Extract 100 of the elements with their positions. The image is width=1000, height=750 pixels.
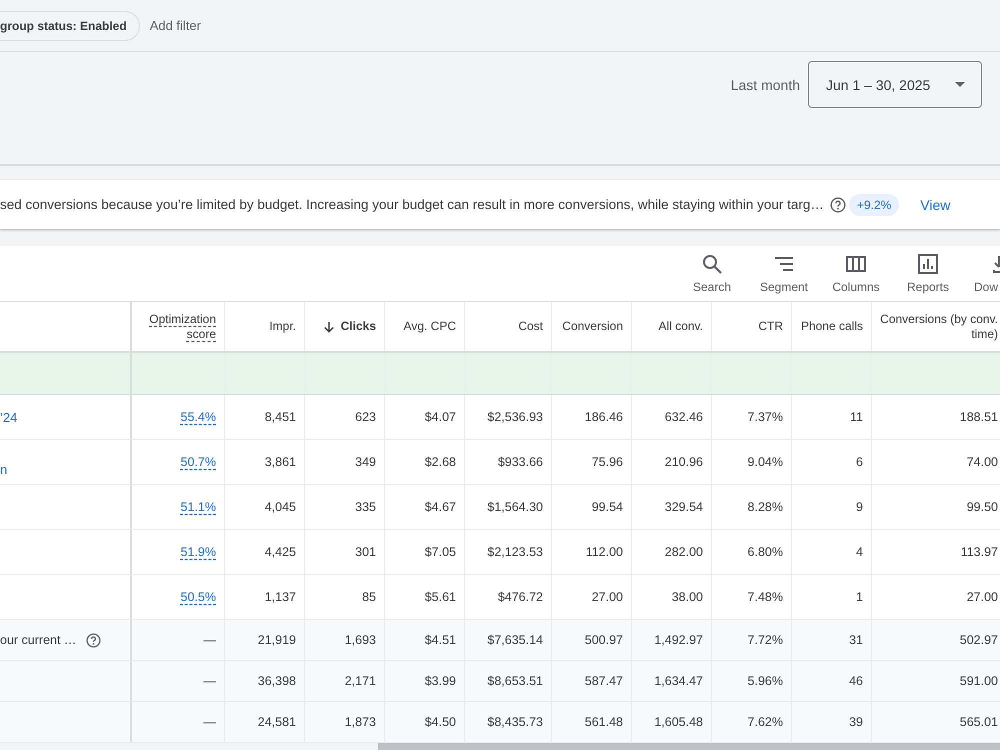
column-header[interactable]: All conv. <box>632 302 712 351</box>
table-cell-text: 188.51 <box>958 409 999 426</box>
table-cell: 99.54 <box>552 485 632 529</box>
column-header[interactable]: Impr. <box>225 302 305 351</box>
table-cell: $476.72 <box>465 575 552 619</box>
table-cell: $4.51 <box>385 620 465 660</box>
table-cell: 7.48% <box>712 575 792 619</box>
campaign-name-link[interactable]: n <box>0 462 8 477</box>
reports-button[interactable]: Reports <box>893 246 963 301</box>
table-cell-text: 591.00 <box>958 673 999 690</box>
table-cell: 9.04% <box>712 440 792 484</box>
column-header[interactable]: CTR <box>712 302 792 351</box>
table-cell: 46 <box>792 661 872 701</box>
table-cell: 632.46 <box>632 395 712 439</box>
table-cell: 1,137 <box>225 575 305 619</box>
date-range-dropdown[interactable]: Jun 1 – 30, 2025 <box>808 61 982 108</box>
table-cell-text: 565.01 <box>958 714 999 731</box>
table-cell: 210.96 <box>632 440 712 484</box>
table-cell: — <box>132 702 225 742</box>
table-cell: 561.48 <box>552 702 632 742</box>
search-button[interactable]: Search <box>677 246 747 301</box>
table-cell: 1,605.48 <box>632 702 712 742</box>
table-cell-text: 502.97 <box>958 632 999 649</box>
table-cell: 1,492.97 <box>632 620 712 660</box>
recommendation-text: sed conversions because you’re limited by budget. Increasing your budget can result in more conversions, while staying within your targ… <box>0 197 824 212</box>
column-header[interactable]: Avg. CPC <box>385 302 465 351</box>
table-cell: 5.96% <box>712 661 792 701</box>
scrollbar-thumb[interactable] <box>378 743 1000 750</box>
optimization-score-link[interactable]: 55.4% <box>180 410 216 424</box>
table-cell-text: 99.50 <box>966 499 999 516</box>
table-cell: 9 <box>792 485 872 529</box>
table-cell: $1,564.30 <box>465 485 552 529</box>
uplift-badge: +9.2% <box>848 194 900 216</box>
table-cell: $8,435.73 <box>465 702 552 742</box>
table-cell: $2,123.53 <box>465 530 552 574</box>
table-cell: 1,634.47 <box>632 661 712 701</box>
column-header[interactable]: Conversions (by conv. time) <box>872 302 1000 351</box>
table-cell: $4.67 <box>385 485 465 529</box>
table-cell: 6 <box>792 440 872 484</box>
table-cell: 38.00 <box>632 575 712 619</box>
table-cell: 623 <box>305 395 385 439</box>
help-icon[interactable] <box>830 196 846 212</box>
table-cell: 75.96 <box>552 440 632 484</box>
columns-button[interactable]: Columns <box>821 246 891 301</box>
table-cell-text: 113.97 <box>960 544 999 561</box>
campaign-name-link[interactable]: ’24 <box>0 410 18 424</box>
table-cell-text: 74.00 <box>966 454 999 471</box>
table-cell: $7.05 <box>385 530 465 574</box>
view-link[interactable]: View <box>920 196 950 212</box>
table-cell: $2.68 <box>385 440 465 484</box>
table-cell: — <box>132 661 225 701</box>
filter-chip[interactable]: group status: Enabled <box>0 10 140 40</box>
table-cell: $5.61 <box>385 575 465 619</box>
help-icon[interactable] <box>86 632 102 648</box>
table-cell: 36,398 <box>225 661 305 701</box>
table-cell: 4,045 <box>225 485 305 529</box>
column-header[interactable]: Optimization score <box>132 302 225 351</box>
table-cell: $933.66 <box>465 440 552 484</box>
table-cell: 1,873 <box>305 702 385 742</box>
add-filter-button[interactable]: Add filter <box>150 18 201 33</box>
table-cell: 39 <box>792 702 872 742</box>
search-icon <box>701 253 723 275</box>
table-cell: 587.47 <box>552 661 632 701</box>
column-header[interactable]: Cost <box>465 302 552 351</box>
column-header[interactable]: Phone calls <box>792 302 872 351</box>
download-icon <box>993 253 1000 275</box>
table-cell: 500.97 <box>552 620 632 660</box>
table-cell: $8,653.51 <box>465 661 552 701</box>
table-cell: 27.00 <box>552 575 632 619</box>
table-cell: 186.46 <box>552 395 632 439</box>
column-header[interactable]: Conversion <box>552 302 632 351</box>
table-cell: 8.28% <box>712 485 792 529</box>
caret-icon <box>955 82 965 87</box>
columns-icon <box>845 253 867 275</box>
table-cell: 301 <box>305 530 385 574</box>
optimization-score-link[interactable]: 51.9% <box>180 545 216 559</box>
table-cell: 8,451 <box>225 395 305 439</box>
optimization-score-link[interactable]: 50.5% <box>180 590 216 604</box>
column-header[interactable]: Clicks <box>305 302 385 351</box>
table-cell: 7.37% <box>712 395 792 439</box>
optimization-score-link[interactable]: 51.1% <box>180 500 216 514</box>
table-cell: 1 <box>792 575 872 619</box>
table-cell: 21,919 <box>225 620 305 660</box>
table-cell: 329.54 <box>632 485 712 529</box>
segment-button[interactable]: Segment <box>749 246 819 301</box>
download-button[interactable]: Dow <box>974 246 1000 301</box>
arrow-down-icon <box>322 320 335 332</box>
table-cell: 282.00 <box>632 530 712 574</box>
table-cell: $7,635.14 <box>465 620 552 660</box>
optimization-score-link[interactable]: 50.7% <box>180 455 216 469</box>
horizontal-scrollbar[interactable] <box>0 743 1000 750</box>
table-cell: 2,171 <box>305 661 385 701</box>
table-cell: $3.99 <box>385 661 465 701</box>
table-cell: 335 <box>305 485 385 529</box>
table-cell: 7.72% <box>712 620 792 660</box>
table-cell: 31 <box>792 620 872 660</box>
table-cell: 24,581 <box>225 702 305 742</box>
table-cell: 349 <box>305 440 385 484</box>
table-cell: 4 <box>792 530 872 574</box>
total-row-label: our current … <box>0 633 76 647</box>
